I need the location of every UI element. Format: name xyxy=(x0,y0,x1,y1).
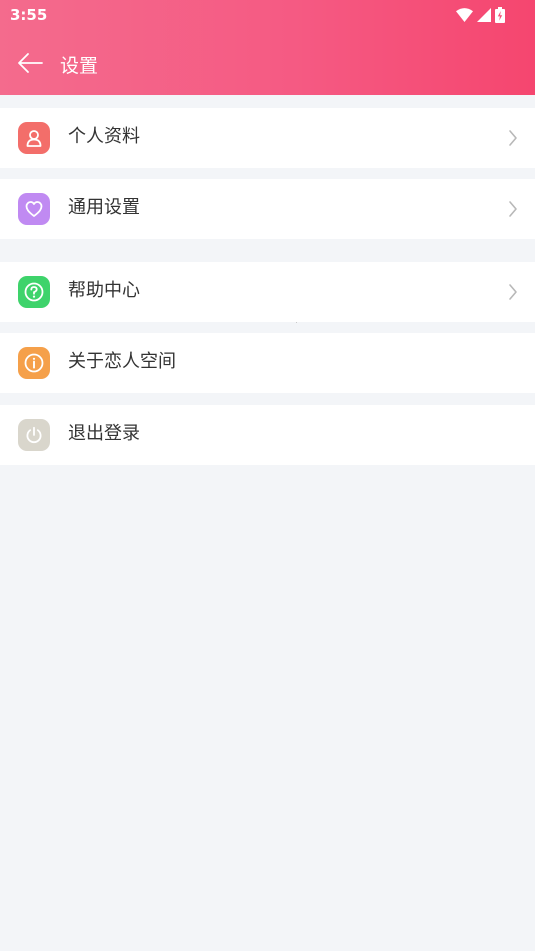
help-icon xyxy=(18,276,50,308)
menu-item-help-center[interactable]: 帮助中心 xyxy=(0,262,535,322)
divider-dot xyxy=(296,322,297,323)
menu-item-logout[interactable]: 退出登录 xyxy=(0,405,535,465)
user-icon xyxy=(18,122,50,154)
toolbar: 设置 xyxy=(0,40,535,86)
arrow-left-icon xyxy=(18,53,43,73)
menu-item-label: 关于恋人空间 xyxy=(68,351,176,372)
menu-item-profile[interactable]: 个人资料 xyxy=(0,108,535,168)
chevron-right-icon xyxy=(509,201,517,217)
menu-item-label: 个人资料 xyxy=(68,126,140,147)
chevron-right-icon xyxy=(509,284,517,300)
signal-icon xyxy=(477,8,491,22)
status-icons xyxy=(456,7,505,23)
info-icon xyxy=(18,347,50,379)
page-title: 设置 xyxy=(60,55,99,77)
menu-item-label: 退出登录 xyxy=(68,423,140,444)
wifi-icon xyxy=(456,8,473,22)
chevron-right-icon xyxy=(509,130,517,146)
menu-item-label: 帮助中心 xyxy=(68,280,140,301)
back-button[interactable] xyxy=(14,48,46,78)
heart-icon xyxy=(18,193,50,225)
status-bar: 3:55 xyxy=(0,0,535,30)
status-time: 3:55 xyxy=(10,6,48,24)
menu-item-label: 通用设置 xyxy=(68,197,140,218)
menu-item-general-settings[interactable]: 通用设置 xyxy=(0,179,535,239)
power-icon xyxy=(18,419,50,451)
app-header: 3:55 设置 xyxy=(0,0,535,95)
battery-charging-icon xyxy=(495,7,505,23)
menu-item-about[interactable]: 关于恋人空间 xyxy=(0,333,535,393)
